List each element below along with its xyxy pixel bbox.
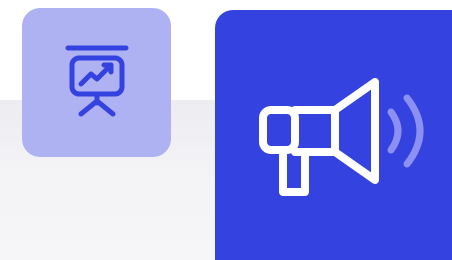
megaphone-icon (259, 78, 424, 196)
presentation-chart-icon (65, 45, 128, 116)
sound-wave-icon (387, 94, 424, 168)
presentation-tile[interactable] (22, 8, 171, 157)
megaphone-tile[interactable] (215, 10, 452, 260)
